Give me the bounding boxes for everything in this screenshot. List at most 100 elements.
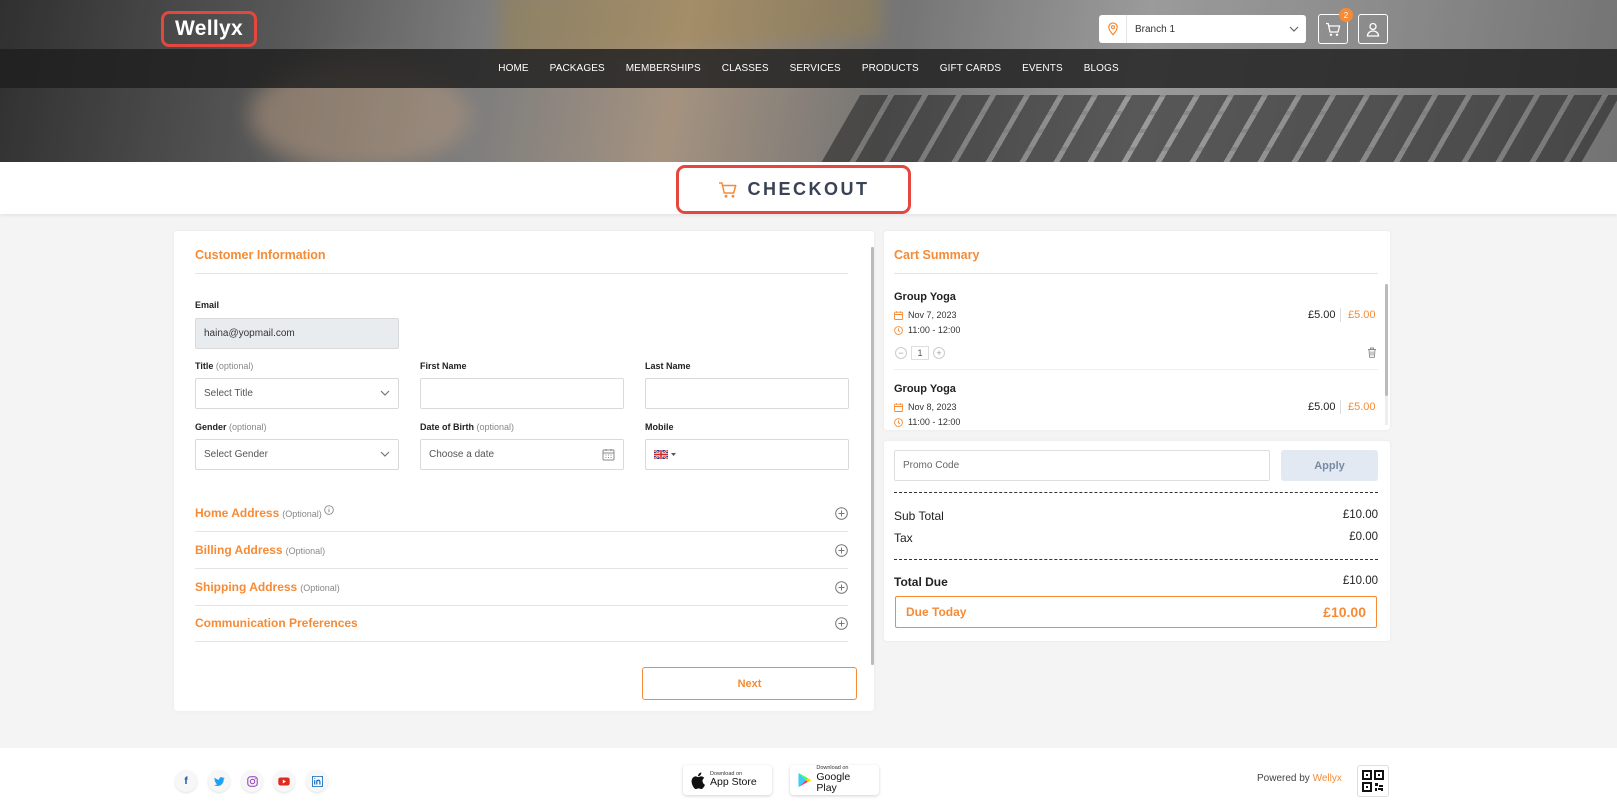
nav-blogs[interactable]: BLOGS bbox=[1073, 63, 1129, 74]
tax-label: Tax bbox=[894, 531, 913, 545]
accordion-title: Communication Preferences bbox=[195, 616, 358, 630]
promo-code-placeholder: Promo Code bbox=[903, 460, 960, 471]
dashed-divider bbox=[894, 492, 1378, 493]
promo-code-input[interactable]: Promo Code bbox=[894, 450, 1270, 481]
chevron-down-icon bbox=[1282, 26, 1306, 32]
cart-item: Group Yoga Nov 8, 2023 11:00 - 12:00 £5.… bbox=[884, 370, 1383, 427]
cart-item-name: Group Yoga bbox=[894, 383, 956, 395]
google-play-label: Google Play bbox=[816, 770, 851, 794]
quantity-value[interactable]: 1 bbox=[911, 346, 929, 360]
cart-item-time-text: 11:00 - 12:00 bbox=[908, 325, 961, 335]
plus-circle-icon[interactable] bbox=[835, 581, 848, 594]
gender-select[interactable]: Select Gender bbox=[195, 439, 399, 470]
communication-preferences-accordion[interactable]: Communication Preferences bbox=[195, 605, 848, 642]
first-name-label: First Name bbox=[420, 361, 467, 371]
minus-icon[interactable]: − bbox=[895, 347, 907, 359]
chevron-down-icon bbox=[380, 451, 390, 457]
main-nav: HOME PACKAGES MEMBERSHIPS CLASSES SERVIC… bbox=[0, 49, 1617, 88]
mobile-field[interactable] bbox=[645, 439, 849, 470]
total-due-value: £10.00 bbox=[1342, 575, 1378, 587]
nav-memberships[interactable]: MEMBERSHIPS bbox=[615, 63, 711, 74]
app-store-label: App Store bbox=[710, 776, 757, 789]
cart-item-date-text: Nov 8, 2023 bbox=[908, 402, 957, 412]
google-play-icon bbox=[798, 773, 811, 787]
last-name-label: Last Name bbox=[645, 361, 691, 371]
nav-packages[interactable]: PACKAGES bbox=[539, 63, 615, 74]
twitter-icon[interactable] bbox=[208, 770, 230, 792]
home-address-accordion[interactable]: Home Address (Optional) bbox=[195, 495, 848, 532]
accordion-title: Shipping Address bbox=[195, 580, 298, 594]
nav-events[interactable]: EVENTS bbox=[1012, 63, 1074, 74]
uk-flag-icon[interactable] bbox=[654, 450, 676, 459]
nav-home[interactable]: HOME bbox=[488, 63, 539, 74]
dob-placeholder: Choose a date bbox=[429, 449, 495, 460]
cart-item-date: Nov 8, 2023 bbox=[894, 402, 957, 412]
accordion-title: Billing Address bbox=[195, 543, 283, 557]
branch-select[interactable]: Branch 1 bbox=[1099, 15, 1306, 43]
cart-item-name: Group Yoga bbox=[894, 291, 956, 303]
cart-item-date: Nov 7, 2023 bbox=[894, 310, 957, 320]
cart-scrollbar-thumb[interactable] bbox=[1385, 284, 1388, 396]
divider bbox=[195, 273, 848, 274]
linkedin-icon[interactable] bbox=[306, 770, 328, 792]
google-play-button[interactable]: Download on Google Play bbox=[790, 765, 879, 795]
cart-item-date-text: Nov 7, 2023 bbox=[908, 310, 957, 320]
due-today-label: Due Today bbox=[906, 605, 967, 619]
subtotal-value: £10.00 bbox=[1342, 509, 1378, 521]
accordion-optional: (Optional) bbox=[300, 583, 340, 593]
calendar-icon[interactable] bbox=[602, 448, 615, 461]
customer-scrollbar-thumb[interactable] bbox=[871, 247, 874, 665]
title-select[interactable]: Select Title bbox=[195, 378, 399, 409]
plus-icon[interactable]: + bbox=[933, 347, 945, 359]
gender-select-value: Select Gender bbox=[204, 449, 268, 460]
account-button[interactable] bbox=[1358, 14, 1388, 44]
apply-promo-button[interactable]: Apply bbox=[1281, 450, 1378, 481]
dob-field[interactable]: Choose a date bbox=[420, 439, 624, 470]
email-value: haina@yopmail.com bbox=[204, 328, 295, 339]
nav-gift-cards[interactable]: GIFT CARDS bbox=[929, 63, 1011, 74]
powered-by-brand[interactable]: Wellyx bbox=[1313, 773, 1342, 784]
plus-circle-icon[interactable] bbox=[835, 507, 848, 520]
user-icon bbox=[1366, 22, 1380, 37]
title-select-value: Select Title bbox=[204, 388, 253, 399]
nav-services[interactable]: SERVICES bbox=[779, 63, 851, 74]
info-icon[interactable] bbox=[324, 505, 334, 515]
facebook-icon[interactable]: f bbox=[175, 770, 197, 792]
last-name-field[interactable] bbox=[645, 378, 849, 409]
plus-circle-icon[interactable] bbox=[835, 544, 848, 557]
plus-circle-icon[interactable] bbox=[835, 617, 848, 630]
next-button[interactable]: Next bbox=[642, 667, 857, 700]
customer-info-title: Customer Information bbox=[195, 248, 326, 262]
tax-value: £0.00 bbox=[1349, 531, 1378, 543]
due-today-value: £10.00 bbox=[1323, 604, 1366, 620]
cart-item-total: £5.00 bbox=[1348, 401, 1376, 413]
page-title-text: CHECKOUT bbox=[747, 179, 870, 199]
page-title: CHECKOUT bbox=[676, 165, 911, 214]
cart-button[interactable]: 2 bbox=[1318, 8, 1353, 44]
nav-classes[interactable]: CLASSES bbox=[711, 63, 779, 74]
app-store-button[interactable]: Download on App Store bbox=[683, 765, 772, 795]
powered-by: Powered by Wellyx bbox=[1257, 773, 1342, 784]
due-today-box: Due Today £10.00 bbox=[895, 596, 1377, 628]
email-label: Email bbox=[195, 300, 220, 310]
logo[interactable]: Wellyx bbox=[161, 11, 257, 47]
accordion-title: Home Address bbox=[195, 506, 280, 520]
cart-icon bbox=[718, 181, 736, 198]
subtotal-label: Sub Total bbox=[894, 509, 944, 523]
accordion-optional: (Optional) bbox=[285, 546, 326, 556]
nav-products[interactable]: PRODUCTS bbox=[851, 63, 929, 74]
accordion-optional: (Optional) bbox=[282, 509, 322, 519]
email-field[interactable]: haina@yopmail.com bbox=[195, 318, 399, 349]
cart-count-badge: 2 bbox=[1339, 8, 1353, 22]
apple-icon bbox=[691, 772, 705, 789]
quantity-stepper: − 1 + bbox=[895, 346, 945, 360]
price-separator bbox=[1340, 308, 1341, 322]
instagram-icon[interactable] bbox=[241, 770, 263, 792]
qr-code-icon[interactable] bbox=[1357, 765, 1389, 797]
billing-address-accordion[interactable]: Billing Address (Optional) bbox=[195, 532, 848, 569]
trash-icon[interactable] bbox=[1367, 347, 1377, 358]
youtube-icon[interactable] bbox=[273, 770, 295, 792]
first-name-field[interactable] bbox=[420, 378, 624, 409]
powered-by-text: Powered by bbox=[1257, 773, 1310, 784]
shipping-address-accordion[interactable]: Shipping Address (Optional) bbox=[195, 569, 848, 606]
